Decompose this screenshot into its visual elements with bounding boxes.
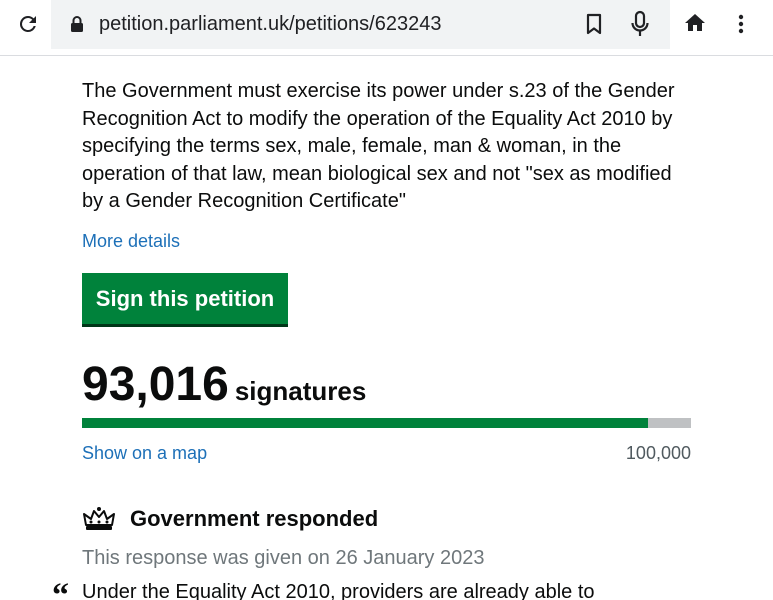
lock-icon — [70, 15, 84, 33]
government-response-heading: Government responded — [82, 506, 378, 532]
signature-count-label: signatures — [234, 376, 367, 406]
response-date: This response was given on 26 January 20… — [82, 547, 485, 569]
browser-toolbar: petition.parliament.uk/petitions/623243 — [0, 0, 773, 56]
bookmark-icon[interactable] — [583, 12, 605, 36]
quote-mark: “ — [52, 577, 69, 600]
reload-icon[interactable] — [14, 10, 42, 38]
petition-action-text: The Government must exercise its power u… — [82, 80, 675, 212]
signature-threshold: 100,000 — [625, 443, 691, 463]
more-details-link[interactable]: More details — [82, 231, 180, 252]
sign-petition-button[interactable]: Sign this petition — [82, 273, 288, 324]
more-vert-icon[interactable] — [730, 12, 752, 36]
response-quote-text: Under the Equality Act 2010, providers a… — [82, 581, 595, 600]
signature-count: 93,016 — [82, 358, 229, 411]
crown-icon — [82, 506, 116, 532]
url-text[interactable]: petition.parliament.uk/petitions/623243 — [99, 13, 441, 36]
mic-icon[interactable] — [629, 10, 651, 38]
show-on-map-link[interactable]: Show on a map — [82, 443, 207, 464]
address-bar[interactable]: petition.parliament.uk/petitions/623243 — [51, 0, 670, 49]
signature-count-row: 93,016 signatures — [82, 357, 366, 412]
government-response-title: Government responded — [130, 506, 379, 531]
home-icon[interactable] — [683, 11, 707, 35]
signature-progress-bar — [82, 418, 691, 428]
signature-progress-fill — [82, 418, 649, 428]
